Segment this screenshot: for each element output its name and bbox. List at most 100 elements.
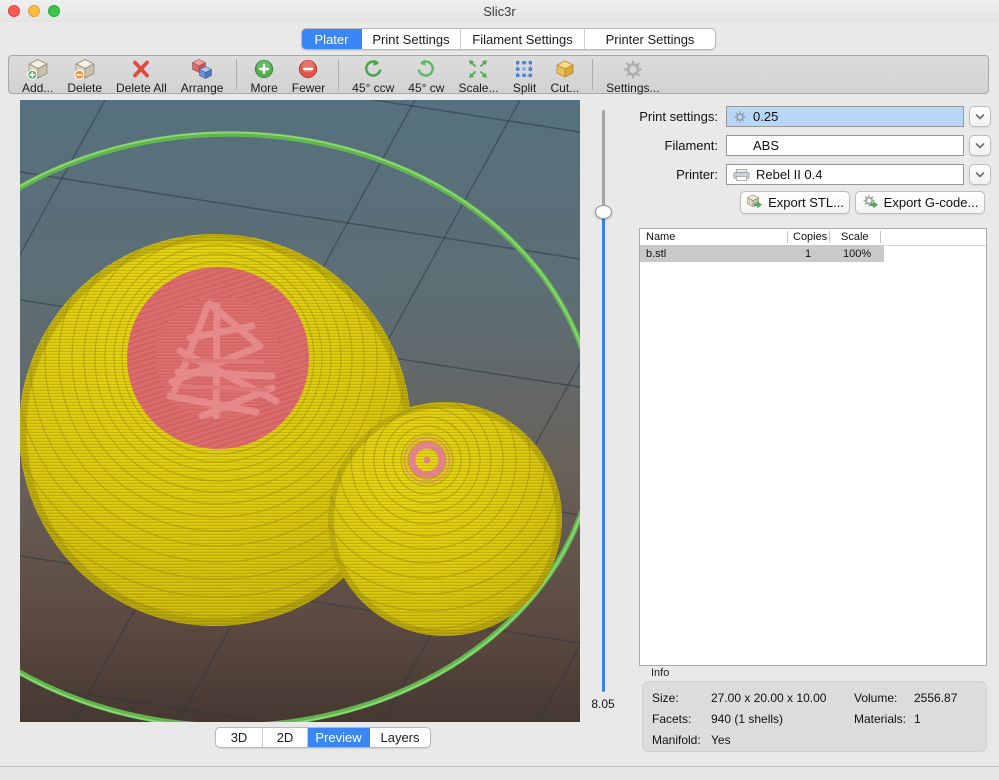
filament-select[interactable]: ABS [726,135,964,156]
split-icon [512,57,536,81]
manifold-label: Manifold: [652,733,701,747]
slider-value: 8.05 [584,697,622,711]
arrange-icon [190,57,214,81]
object-list-table: Name Copies Scale b.stl 1 100% [639,228,987,666]
export-stl-icon [746,194,763,212]
delete-all-label: Delete All [116,81,167,95]
print-settings-label: Print settings: [606,109,718,124]
tab-print-settings[interactable]: Print Settings [362,29,461,49]
split-label: Split [513,81,536,95]
gear-icon [733,110,747,124]
tab-plater[interactable]: Plater [302,29,362,49]
export-stl-label: Export STL... [768,195,844,210]
settings-gear-icon [621,57,645,81]
rotate-cw-button[interactable]: 45° cw [401,56,451,95]
chevron-down-icon [975,143,985,149]
window-bottom-edge [0,767,999,780]
printer-label: Printer: [606,167,718,182]
toolbar-separator [592,59,593,90]
rotate-ccw-label: 45° ccw [352,81,394,95]
cut-icon [553,57,577,81]
cut-label: Cut... [550,81,579,95]
view-tab-2d[interactable]: 2D [263,728,308,747]
plater-toolbar: Add... Delete Delete All [8,55,989,94]
delete-label: Delete [67,81,102,95]
main-tab-bar: Plater Print Settings Filament Settings … [301,28,716,50]
toolbar-separator [236,59,237,90]
chevron-down-icon [975,172,985,178]
small-dome-infill-top [405,438,450,483]
print-settings-value: 0.25 [753,109,778,124]
column-header-copies: Copies [793,231,827,243]
rotate-ccw-button[interactable]: 45° ccw [345,56,401,95]
settings-label: Settings... [606,81,659,95]
toolbar-separator [338,59,339,90]
scale-icon [466,57,490,81]
titlebar: Slic3r [0,0,999,22]
rotate-ccw-icon [361,57,385,81]
tab-filament-settings[interactable]: Filament Settings [461,29,585,49]
printer-select[interactable]: Rebel II 0.4 [726,164,964,185]
scale-button[interactable]: Scale... [451,56,505,95]
volume-value: 2556.87 [914,691,957,705]
large-dome-infill-top [127,267,309,449]
slider-thumb[interactable] [595,205,612,219]
print-settings-select[interactable]: 0.25 [726,106,964,127]
size-label: Size: [652,691,679,705]
rotate-cw-icon [414,57,438,81]
view-tab-bar: 3D 2D Preview Layers [215,727,431,748]
layer-slider[interactable] [594,110,612,692]
split-button[interactable]: Split [505,56,543,95]
materials-value: 1 [914,712,921,726]
export-gcode-icon [862,194,879,212]
printer-value: Rebel II 0.4 [756,167,823,182]
add-button[interactable]: Add... [15,56,60,95]
printer-icon [733,168,750,182]
slider-track-lower[interactable] [602,218,605,692]
arrange-label: Arrange [181,81,224,95]
row-name: b.stl [646,248,666,260]
arrange-button[interactable]: Arrange [174,56,231,95]
view-tab-layers[interactable]: Layers [370,728,430,747]
info-title: Info [651,667,669,679]
facets-label: Facets: [652,712,691,726]
more-copies-icon [252,57,276,81]
size-value: 27.00 x 20.00 x 10.00 [711,691,826,705]
delete-button[interactable]: Delete [60,56,109,95]
view-tab-preview[interactable]: Preview [308,728,370,747]
slider-track-upper[interactable] [602,110,605,206]
row-scale: 100% [843,248,871,260]
table-row[interactable]: b.stl 1 100% [640,245,884,262]
delete-all-icon [129,57,153,81]
fewer-label: Fewer [292,81,325,95]
3d-preview-canvas[interactable] [20,100,580,722]
manifold-value: Yes [711,733,731,747]
table-header: Name Copies Scale [640,229,986,246]
volume-label: Volume: [854,691,897,705]
more-button[interactable]: More [243,56,284,95]
filament-label: Filament: [606,138,718,153]
cut-button[interactable]: Cut... [543,56,586,95]
window-title: Slic3r [0,4,999,19]
facets-value: 940 (1 shells) [711,712,783,726]
filament-dropdown-button[interactable] [969,135,991,156]
print-settings-dropdown-button[interactable] [969,106,991,127]
export-gcode-button[interactable]: Export G-code... [855,191,985,214]
export-gcode-label: Export G-code... [884,195,979,210]
settings-button[interactable]: Settings... [599,56,666,95]
view-tab-3d[interactable]: 3D [216,728,263,747]
info-box: Size: 27.00 x 20.00 x 10.00 Volume: 2556… [642,681,987,752]
export-stl-button[interactable]: Export STL... [740,191,850,214]
fewer-button[interactable]: Fewer [285,56,332,95]
materials-label: Materials: [854,712,906,726]
fewer-copies-icon [296,57,320,81]
rotate-cw-label: 45° cw [408,81,444,95]
tab-printer-settings[interactable]: Printer Settings [585,29,715,49]
more-label: More [250,81,277,95]
delete-object-icon [73,57,97,81]
column-header-scale: Scale [841,231,869,243]
printer-dropdown-button[interactable] [969,164,991,185]
delete-all-button[interactable]: Delete All [109,56,174,95]
chevron-down-icon [975,114,985,120]
add-label: Add... [22,81,53,95]
